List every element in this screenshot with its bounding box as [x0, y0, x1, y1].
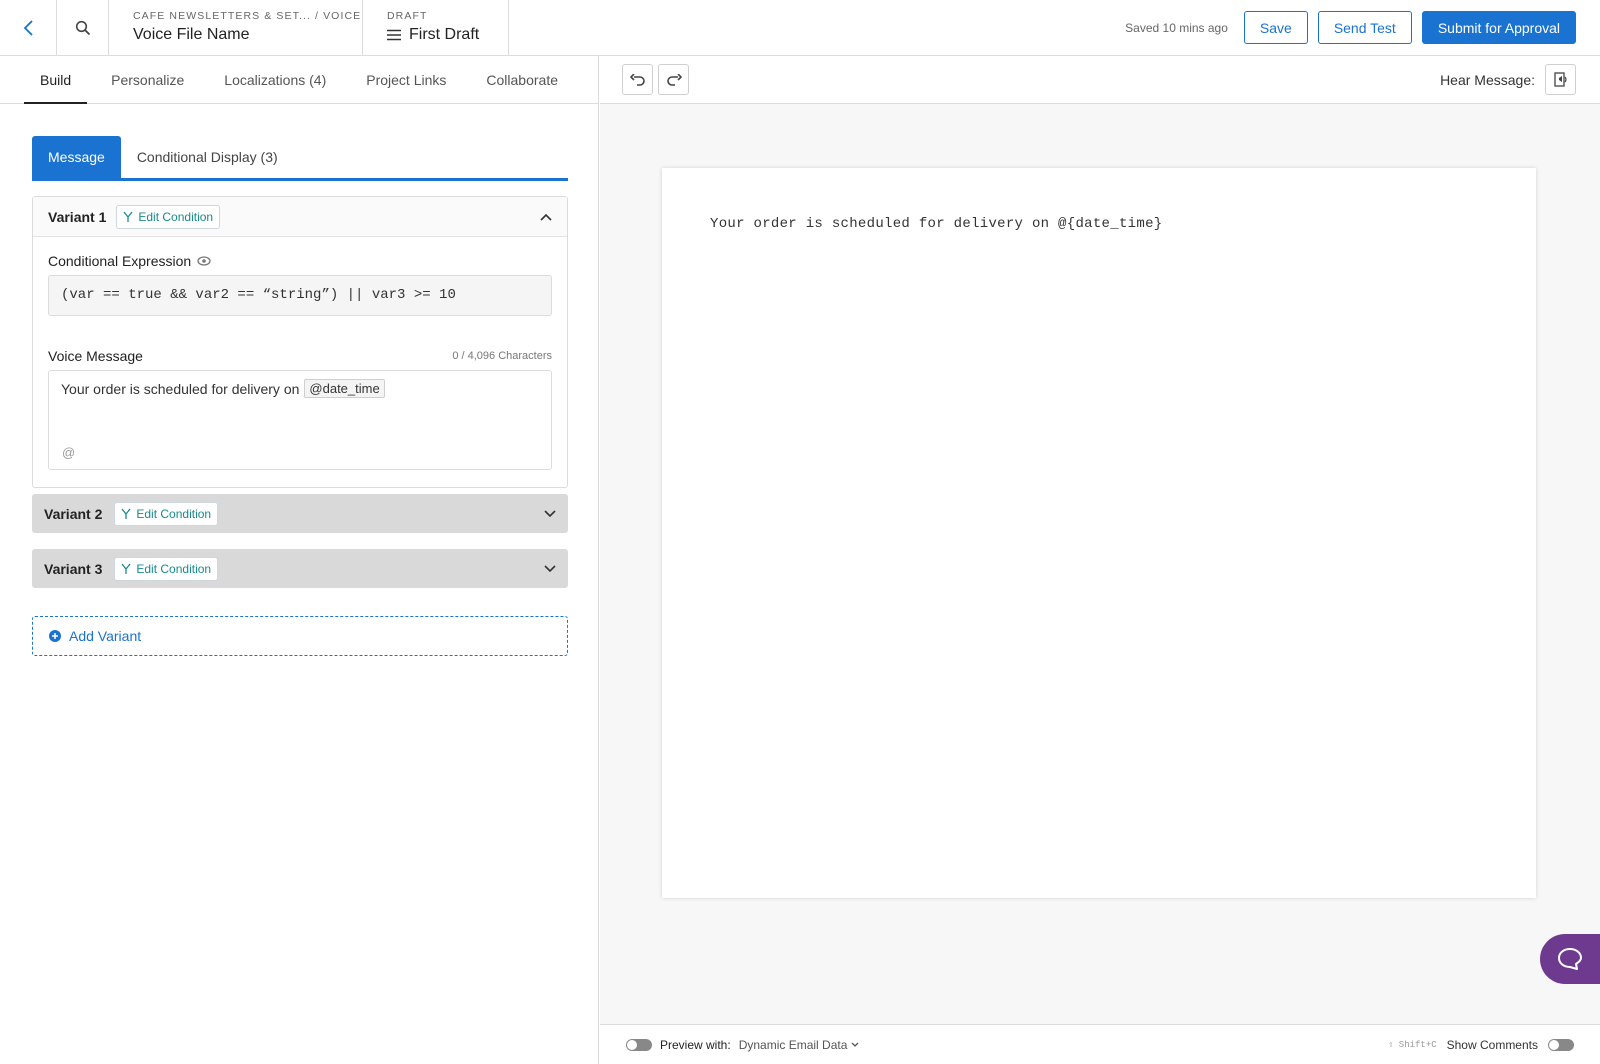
variant-1-edit-condition-button[interactable]: Edit Condition — [116, 204, 221, 229]
redo-icon — [666, 73, 682, 86]
edit-condition-label: Edit Condition — [138, 209, 214, 224]
character-count: 0 / 4,096 Characters — [452, 350, 552, 362]
voice-message-label: Voice Message — [48, 348, 143, 364]
redo-button[interactable] — [658, 64, 689, 95]
variant-3-title: Variant 3 — [44, 560, 103, 577]
draft-name: First Draft — [409, 26, 480, 43]
branch-icon — [123, 211, 133, 222]
variant-2-title: Variant 2 — [44, 505, 103, 522]
message-mode-tabs: Message Conditional Display (3) — [32, 136, 568, 181]
branch-icon — [121, 563, 131, 574]
variant-3-edit-condition-button[interactable]: Edit Condition — [114, 556, 219, 581]
chevron-down-icon — [544, 509, 556, 517]
chat-support-button[interactable] — [1540, 934, 1600, 984]
file-name[interactable]: Voice File Name — [133, 26, 362, 44]
expand-toggle[interactable] — [544, 509, 556, 518]
voice-message-editor[interactable]: Your order is scheduled for delivery on … — [48, 370, 552, 470]
saved-status: Saved 10 mins ago — [1125, 20, 1228, 35]
preview-footer: Preview with: Dynamic Email Data ⇧ Shift… — [600, 1024, 1600, 1064]
tab-collaborate[interactable]: Collaborate — [470, 56, 574, 104]
preview-data-select[interactable]: Dynamic Email Data — [739, 1038, 860, 1052]
insert-variable-button[interactable]: @ — [62, 445, 75, 460]
search-icon — [75, 20, 90, 35]
conditional-expression-label: Conditional Expression — [48, 253, 192, 269]
tab-build[interactable]: Build — [24, 56, 88, 104]
file-info: CAFE NEWSLETTERS & SET... / VOICE Voice … — [109, 0, 363, 55]
tab-personalize[interactable]: Personalize — [95, 56, 200, 104]
chevron-left-icon — [23, 19, 33, 36]
variable-token[interactable]: @date_time — [304, 379, 385, 398]
keyboard-shortcut-hint: ⇧ Shift+C — [1387, 1039, 1437, 1050]
show-comments-toggle[interactable] — [1548, 1038, 1574, 1051]
preview-message-text: Your order is scheduled for delivery on … — [710, 216, 1163, 232]
draft-status-label: DRAFT — [387, 10, 428, 22]
show-comments-label: Show Comments — [1446, 1037, 1538, 1052]
tab-conditional-display[interactable]: Conditional Display (3) — [121, 136, 294, 178]
undo-button[interactable] — [622, 64, 653, 95]
back-button[interactable] — [0, 0, 57, 55]
variant-1-panel: Variant 1 Edit Condition Conditional Exp… — [32, 196, 568, 488]
top-header: CAFE NEWSLETTERS & SET... / VOICE Voice … — [0, 0, 1600, 56]
expand-toggle[interactable] — [544, 564, 556, 573]
eye-icon[interactable] — [197, 256, 211, 266]
plus-circle-icon — [49, 630, 61, 642]
builder-tabs: Build Personalize Localizations (4) Proj… — [0, 56, 598, 104]
preview-toolbar: Hear Message: — [600, 56, 1600, 104]
preview-with-label: Preview with: — [660, 1037, 731, 1052]
undo-icon — [629, 73, 645, 86]
submit-for-approval-button[interactable]: Submit for Approval — [1421, 11, 1576, 44]
chevron-down-icon — [851, 1042, 859, 1047]
audio-document-icon — [1553, 71, 1567, 87]
tab-project-links[interactable]: Project Links — [350, 56, 462, 104]
hear-message-label: Hear Message: — [1440, 71, 1535, 88]
collapse-toggle[interactable] — [540, 213, 552, 221]
save-button[interactable]: Save — [1243, 11, 1308, 44]
chevron-down-icon — [544, 564, 556, 572]
hear-message-button[interactable] — [1545, 64, 1576, 95]
draft-selector[interactable]: DRAFT First Draft — [363, 0, 509, 55]
menu-icon — [387, 29, 401, 41]
chat-icon — [1558, 948, 1582, 970]
edit-condition-label: Edit Condition — [136, 561, 212, 576]
edit-condition-label: Edit Condition — [136, 506, 212, 521]
tab-message[interactable]: Message — [32, 136, 121, 178]
variant-2-header[interactable]: Variant 2 Edit Condition — [32, 494, 568, 533]
add-variant-button[interactable]: Add Variant — [32, 616, 568, 656]
tab-localizations[interactable]: Localizations (4) — [208, 56, 342, 104]
conditional-expression-field[interactable]: (var == true && var2 == “string”) || var… — [48, 275, 552, 316]
variant-1-header[interactable]: Variant 1 Edit Condition — [33, 197, 567, 237]
preview-toggle[interactable] — [626, 1038, 652, 1051]
chevron-up-icon — [540, 213, 552, 221]
preview-data-value: Dynamic Email Data — [738, 1037, 848, 1052]
add-variant-label: Add Variant — [69, 628, 142, 644]
branch-icon — [121, 508, 131, 519]
variant-3-header[interactable]: Variant 3 Edit Condition — [32, 549, 568, 588]
send-test-button[interactable]: Send Test — [1317, 11, 1412, 44]
voice-message-text: Your order is scheduled for delivery on — [61, 380, 300, 397]
variant-2-edit-condition-button[interactable]: Edit Condition — [114, 501, 219, 526]
builder-panel: Build Personalize Localizations (4) Proj… — [0, 56, 599, 1064]
variant-1-title: Variant 1 — [48, 208, 107, 225]
search-button[interactable] — [57, 0, 109, 55]
breadcrumb[interactable]: CAFE NEWSLETTERS & SET... / VOICE — [133, 10, 362, 22]
message-preview-document: Your order is scheduled for delivery on … — [662, 168, 1536, 898]
preview-panel: Hear Message: Your order is scheduled fo… — [600, 56, 1600, 1064]
